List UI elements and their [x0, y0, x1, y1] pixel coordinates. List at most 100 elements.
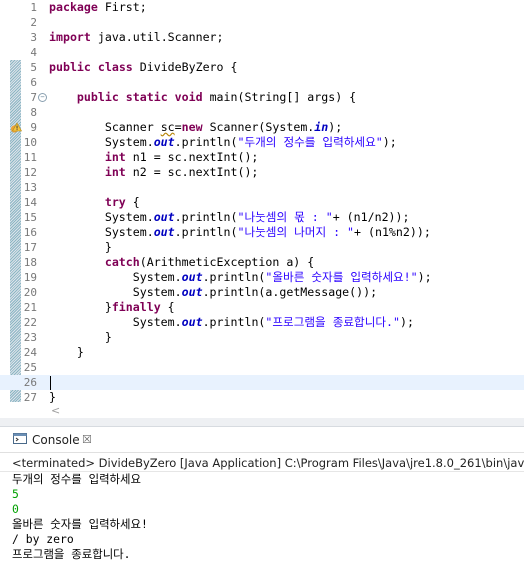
- line-number: 25: [23, 361, 37, 374]
- line-number: 14: [23, 196, 37, 209]
- tab-console[interactable]: Console ☒: [0, 427, 110, 453]
- code-token: System.: [49, 315, 182, 329]
- code-token: {: [160, 300, 175, 314]
- code-text: System.out.println("나눗셈의 나머지 : "+ (n1%n2…: [49, 225, 431, 240]
- code-token: DivideByZero {: [132, 60, 238, 74]
- console-output[interactable]: 두개의 정수를 입력하세요 5 0 올바른 숫자를 입력하세요! / by zero 프로…: [12, 472, 148, 562]
- code-token: int: [104, 165, 126, 179]
- code-line[interactable]: 13: [0, 180, 524, 195]
- code-line[interactable]: 1 package First;: [0, 0, 524, 15]
- code-token: out: [153, 135, 175, 149]
- code-text: Scanner sc=new Scanner(System.in);: [49, 120, 342, 135]
- close-icon[interactable]: ☒: [82, 433, 92, 446]
- code-token: out: [181, 315, 203, 329]
- code-token: Scanner(System.: [202, 120, 315, 134]
- code-line[interactable]: 21 }finally {: [0, 300, 524, 315]
- code-token: .println(: [202, 270, 266, 284]
- code-line[interactable]: 22 System.out.println("프로그램을 종료합니다.");: [0, 315, 524, 330]
- code-line[interactable]: 14 try {: [0, 195, 524, 210]
- code-line[interactable]: 7− public static void main(String[] args…: [0, 90, 524, 105]
- code-token: int: [104, 150, 126, 164]
- code-line[interactable]: 10 System.out.println("두개의 정수를 입력하세요");: [0, 135, 524, 150]
- code-text: try {: [49, 195, 140, 210]
- code-token: void: [174, 90, 203, 104]
- code-token: out: [181, 270, 203, 284]
- code-line[interactable]: 16 System.out.println("나눗셈의 나머지 : "+ (n1…: [0, 225, 524, 240]
- code-text: int n1 = sc.nextInt();: [49, 150, 259, 165]
- code-line[interactable]: 4: [0, 45, 524, 60]
- fold-toggle-icon[interactable]: −: [38, 93, 47, 102]
- code-line[interactable]: 24 }: [0, 345, 524, 360]
- code-line[interactable]: 26: [0, 375, 524, 390]
- code-line[interactable]: 6: [0, 75, 524, 90]
- code-line[interactable]: 9 Scanner sc=new Scanner(System.in);: [0, 120, 524, 135]
- code-token: package: [49, 0, 98, 14]
- code-token: public: [49, 60, 91, 74]
- code-token: n1 = sc.nextInt();: [125, 150, 259, 164]
- code-text: }finally {: [49, 300, 175, 315]
- line-number: 8: [30, 106, 37, 119]
- code-token: out: [153, 225, 175, 239]
- line-number: 19: [23, 271, 37, 284]
- line-number: 22: [23, 316, 37, 329]
- line-number: 15: [23, 211, 37, 224]
- warning-icon[interactable]: [10, 122, 22, 134]
- code-line[interactable]: 5 public class DivideByZero {: [0, 60, 524, 75]
- line-number: 23: [23, 331, 37, 344]
- code-line[interactable]: 2: [0, 15, 524, 30]
- code-line[interactable]: 23 }: [0, 330, 524, 345]
- code-line[interactable]: 17 }: [0, 240, 524, 255]
- code-token: "올바른 숫자를 입력하세요!": [265, 270, 418, 284]
- console-icon: [13, 433, 27, 444]
- code-token: .println(a.getMessage());: [202, 285, 378, 299]
- scroll-left-arrow-icon[interactable]: <: [51, 404, 60, 418]
- code-token: out: [181, 285, 203, 299]
- code-line[interactable]: 12 int n2 = sc.nextInt();: [0, 165, 524, 180]
- code-token: System.: [49, 285, 182, 299]
- code-token: sc: [160, 120, 175, 134]
- line-number: 12: [23, 166, 37, 179]
- code-token: catch: [104, 255, 140, 269]
- code-token: n2 = sc.nextInt();: [125, 165, 259, 179]
- code-token: .println(: [174, 225, 238, 239]
- code-token: try: [104, 195, 126, 209]
- line-number: 9: [30, 121, 37, 134]
- code-line[interactable]: 15 System.out.println("나눗셈의 몫 : "+ (n1/n…: [0, 210, 524, 225]
- code-token: public: [76, 90, 119, 104]
- line-number: 27: [23, 391, 37, 404]
- code-text: System.out.println("올바른 숫자를 입력하세요!");: [49, 270, 432, 285]
- code-token: System.: [49, 135, 154, 149]
- code-line[interactable]: 18 catch(ArithmeticException a) {: [0, 255, 524, 270]
- code-line[interactable]: 19 System.out.println("올바른 숫자를 입력하세요!");: [0, 270, 524, 285]
- code-token: static: [125, 90, 168, 104]
- console-output-line: 두개의 정수를 입력하세요: [12, 472, 141, 486]
- code-text: }: [49, 330, 112, 345]
- code-line[interactable]: 8: [0, 105, 524, 120]
- code-editor[interactable]: 1 package First; 2 3 import java.util.Scanne…: [0, 0, 524, 404]
- code-token: "나눗셈의 몫 : ": [237, 210, 333, 224]
- code-token: {: [125, 195, 140, 209]
- code-line[interactable]: 11 int n1 = sc.nextInt();: [0, 150, 524, 165]
- code-line[interactable]: 27}: [0, 390, 524, 404]
- code-token: + (n1/n2));: [332, 210, 410, 224]
- code-token: }: [49, 240, 112, 254]
- code-token: }: [49, 390, 56, 404]
- line-number: 20: [23, 286, 37, 299]
- code-line[interactable]: 20 System.out.println(a.getMessage());: [0, 285, 524, 300]
- code-token: );: [328, 120, 343, 134]
- code-line[interactable]: 3 import java.util.Scanner;: [0, 30, 524, 45]
- view-separator[interactable]: [0, 418, 524, 426]
- code-token: );: [400, 315, 414, 329]
- code-text: public class DivideByZero {: [49, 60, 237, 75]
- line-number: 16: [23, 226, 37, 239]
- code-text: public static void main(String[] args) {: [49, 90, 356, 105]
- code-line[interactable]: 25: [0, 360, 524, 375]
- code-text: import java.util.Scanner;: [49, 30, 224, 45]
- horizontal-scrollbar[interactable]: <: [0, 404, 524, 418]
- code-text: catch(ArithmeticException a) {: [49, 255, 314, 270]
- code-token: "프로그램을 종료합니다.": [265, 315, 400, 329]
- line-number: 13: [23, 181, 37, 194]
